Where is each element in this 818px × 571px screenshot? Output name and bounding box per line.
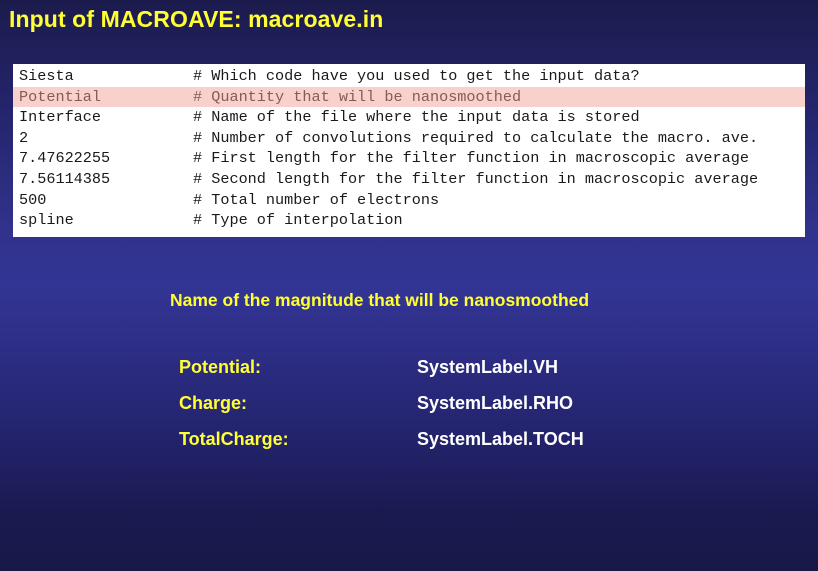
mapping-row-total-charge: TotalCharge: SystemLabel.TOCH [0, 429, 818, 453]
code-file-box: Siesta # Which code have you used to get… [13, 64, 805, 237]
code-line-comment: # Number of convolutions required to cal… [193, 128, 759, 147]
code-line: Interface # Name of the file where the i… [13, 107, 805, 128]
code-line-value: 7.47622255 [19, 149, 111, 168]
code-line-value: Potential [19, 87, 102, 106]
code-line-value: 2 [19, 128, 29, 147]
code-line-comment: # Quantity that will be nanosmoothed [193, 87, 522, 106]
code-line: spline # Type of interpolation [13, 210, 805, 231]
code-line-comment: # Which code have you used to get the in… [193, 67, 640, 85]
code-line: 2 # Number of convolutions required to c… [13, 128, 805, 149]
mapping-row-potential: Potential: SystemLabel.VH [0, 357, 818, 381]
code-line-value: 7.56114385 [19, 169, 111, 188]
code-line-comment: # Total number of electrons [193, 190, 440, 209]
slide-title: Input of MACROAVE: macroave.in [9, 6, 384, 32]
code-line-comment: # Type of interpolation [193, 211, 403, 230]
mapping-row-charge: Charge: SystemLabel.RHO [0, 393, 818, 417]
code-line-value: 500 [19, 190, 47, 209]
code-line-comment: # Second length for the filter function … [193, 169, 759, 188]
code-line-highlighted: Potential # Quantity that will be nanosm… [13, 86, 805, 108]
code-line: 500 # Total number of electrons [13, 190, 805, 211]
code-line-value: spline [19, 211, 74, 230]
section-subtitle: Name of the magnitude that will be nanos… [170, 290, 590, 310]
code-line: 7.47622255 # First length for the filter… [13, 148, 805, 169]
mapping-value: SystemLabel.VH [417, 357, 559, 377]
mapping-value: SystemLabel.RHO [417, 393, 574, 413]
mapping-key: Charge: [179, 393, 248, 413]
code-line: Siesta # Which code have you used to get… [13, 66, 805, 87]
code-line-value: Siesta [19, 67, 74, 85]
code-line-comment: # Name of the file where the input data … [193, 108, 640, 127]
mapping-key: TotalCharge: [179, 429, 289, 449]
code-line-value: Interface [19, 108, 102, 127]
mapping-key: Potential: [179, 357, 262, 377]
code-line: 7.56114385 # Second length for the filte… [13, 169, 805, 190]
code-line-comment: # First length for the filter function i… [193, 149, 749, 168]
mapping-value: SystemLabel.TOCH [417, 429, 584, 449]
